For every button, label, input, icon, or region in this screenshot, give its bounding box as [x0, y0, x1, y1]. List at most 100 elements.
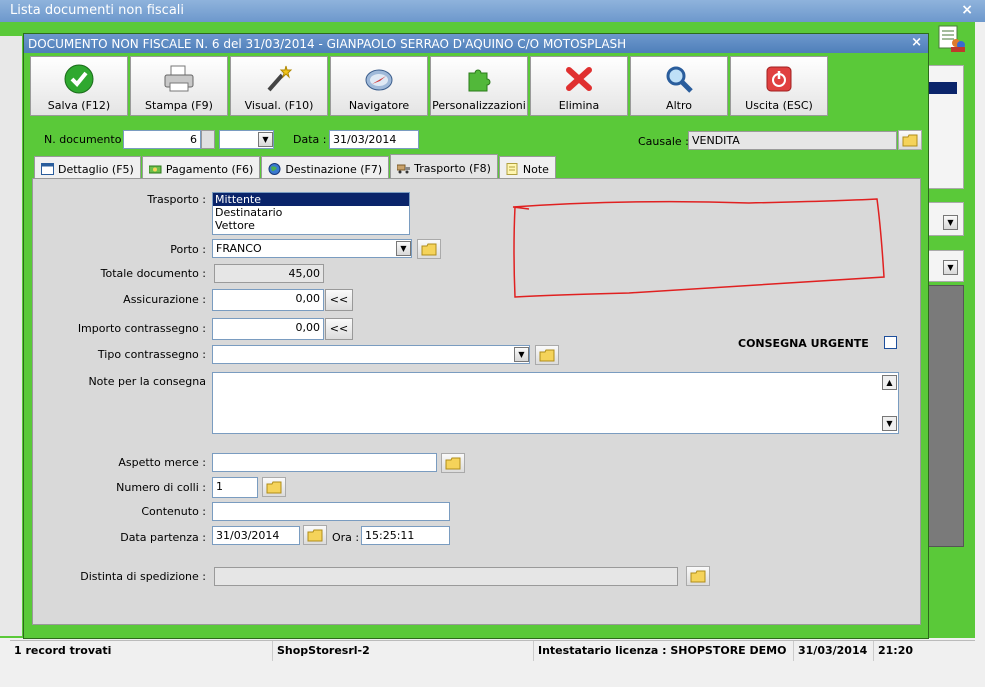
compass-icon [363, 63, 395, 95]
background-panel: ▼ [928, 202, 964, 236]
note-consegna-label: Note per la consegna [88, 375, 206, 388]
contrassegno-field[interactable]: 0,00 [212, 318, 324, 340]
ora-field[interactable]: 15:25:11 [361, 526, 450, 545]
trasporto-option[interactable]: Vettore [213, 219, 409, 232]
tab-destinazione-label: Destinazione (F7) [285, 162, 383, 176]
contrassegno-copy-button[interactable]: << [325, 318, 353, 340]
ndoc-label: N. documento : [44, 133, 129, 146]
other-button[interactable]: Altro [630, 56, 728, 116]
porto-select[interactable]: FRANCO [212, 239, 412, 258]
consegna-urgente-label: CONSEGNA URGENTE [738, 337, 869, 350]
date-field[interactable]: 31/03/2014 [329, 130, 419, 149]
colli-field[interactable]: 1 [212, 477, 258, 498]
totale-label: Totale documento : [100, 267, 206, 280]
contenuto-label: Contenuto : [141, 505, 206, 518]
folder-icon [421, 243, 437, 255]
assicurazione-label: Assicurazione : [123, 293, 206, 306]
ndoc-field[interactable]: 6 [123, 130, 201, 149]
toolbar: Salva (F12) Stampa (F9) Visual. (F10) Na… [30, 56, 828, 116]
window-icon [41, 163, 54, 175]
exit-button-label: Uscita (ESC) [745, 99, 813, 112]
tab-trasporto[interactable]: Trasporto (F8) [390, 154, 498, 178]
scroll-up-icon[interactable]: ▲ [882, 375, 897, 390]
chevron-down-icon: ▼ [943, 260, 958, 275]
outer-close-icon[interactable]: × [961, 2, 973, 18]
colli-folder-button[interactable] [262, 477, 286, 497]
other-button-label: Altro [666, 99, 692, 112]
print-button-label: Stampa (F9) [145, 99, 213, 112]
note-consegna-textarea[interactable]: ▲ ▼ [212, 372, 899, 434]
navigator-button[interactable]: Navigatore [330, 56, 428, 116]
porto-label: Porto : [170, 243, 206, 256]
tab-pagamento[interactable]: Pagamento (F6) [141, 156, 261, 178]
status-bar: 1 record trovati ShopStoresrl-2 Intestat… [10, 640, 975, 661]
causale-field[interactable]: VENDITA [688, 131, 897, 150]
note-icon [506, 163, 519, 175]
tab-dettaglio[interactable]: Dettaglio (F5) [34, 156, 141, 178]
trasporto-listbox[interactable]: Mittente Destinatario Vettore [212, 192, 410, 235]
save-button-label: Salva (F12) [47, 99, 111, 112]
folder-icon [690, 570, 706, 582]
document-dialog: DOCUMENTO NON FISCALE N. 6 del 31/03/201… [23, 33, 929, 639]
tab-note-label: Note [522, 162, 549, 176]
assicurazione-copy-button[interactable]: << [325, 289, 353, 311]
chevron-down-icon[interactable]: ▼ [396, 241, 411, 256]
users-list-icon[interactable] [937, 25, 965, 53]
trasporto-option[interactable]: Mittente [213, 193, 409, 206]
tab-pagamento-label: Pagamento (F6) [165, 162, 254, 176]
dialog-title: DOCUMENTO NON FISCALE N. 6 del 31/03/201… [24, 34, 928, 53]
tab-note[interactable]: Note [498, 156, 556, 178]
tipo-contrassegno-select[interactable] [212, 345, 530, 364]
puzzle-icon [463, 63, 495, 95]
date-label: Data : [293, 133, 327, 146]
tab-destinazione[interactable]: Destinazione (F7) [261, 156, 390, 178]
assicurazione-field[interactable]: 0,00 [212, 289, 324, 311]
porto-folder-button[interactable] [417, 239, 441, 259]
folder-icon [266, 481, 282, 493]
customize-button[interactable]: Personalizzazioni [430, 56, 528, 116]
chevron-down-icon: ▼ [943, 215, 958, 230]
distinta-field[interactable] [214, 567, 678, 586]
data-partenza-field[interactable]: 31/03/2014 [212, 526, 300, 545]
truck-icon [396, 162, 411, 174]
ndoc-spinner[interactable] [201, 130, 215, 149]
distinta-label: Distinta di spedizione : [80, 570, 206, 583]
folder-icon [902, 134, 918, 146]
trasporto-option[interactable]: Destinatario [213, 206, 409, 219]
print-button[interactable]: Stampa (F9) [130, 56, 228, 116]
consegna-urgente-checkbox[interactable] [884, 336, 897, 349]
magnifier-icon [663, 63, 695, 95]
aspetto-field[interactable] [212, 453, 437, 472]
printer-icon [163, 63, 195, 95]
chevron-down-icon[interactable]: ▼ [258, 132, 273, 147]
aspetto-folder-button[interactable] [441, 453, 465, 473]
dialog-close-icon[interactable]: × [911, 35, 922, 50]
view-button-label: Visual. (F10) [244, 99, 314, 112]
contrassegno-label: Importo contrassegno : [77, 322, 206, 335]
tipo-contrassegno-folder-button[interactable] [535, 345, 559, 365]
view-button[interactable]: Visual. (F10) [230, 56, 328, 116]
status-date: 31/03/2014 [794, 641, 874, 661]
status-licence: Intestatario licenza : SHOPSTORE DEMO [534, 641, 794, 661]
ora-label: Ora : [332, 531, 360, 544]
globe-icon [268, 163, 281, 175]
aspetto-label: Aspetto merce : [118, 456, 206, 469]
chevron-down-icon[interactable]: ▼ [514, 347, 529, 362]
folder-icon [445, 457, 461, 469]
causale-folder-button[interactable] [898, 130, 922, 150]
totale-field: 45,00 [214, 264, 324, 283]
save-button[interactable]: Salva (F12) [30, 56, 128, 116]
distinta-folder-button[interactable] [686, 566, 710, 586]
desktop-bottom [0, 662, 985, 687]
exit-button[interactable]: Uscita (ESC) [730, 56, 828, 116]
trasporto-label: Trasporto : [147, 193, 206, 206]
power-icon [763, 63, 795, 95]
delete-button[interactable]: Elimina [530, 56, 628, 116]
delete-button-label: Elimina [558, 99, 600, 112]
background-panel [928, 65, 964, 189]
scroll-down-icon[interactable]: ▼ [882, 416, 897, 431]
data-partenza-calendar-button[interactable] [303, 525, 327, 545]
status-time: 21:20 [878, 644, 914, 657]
contenuto-field[interactable] [212, 502, 450, 521]
background-selection [929, 82, 957, 94]
